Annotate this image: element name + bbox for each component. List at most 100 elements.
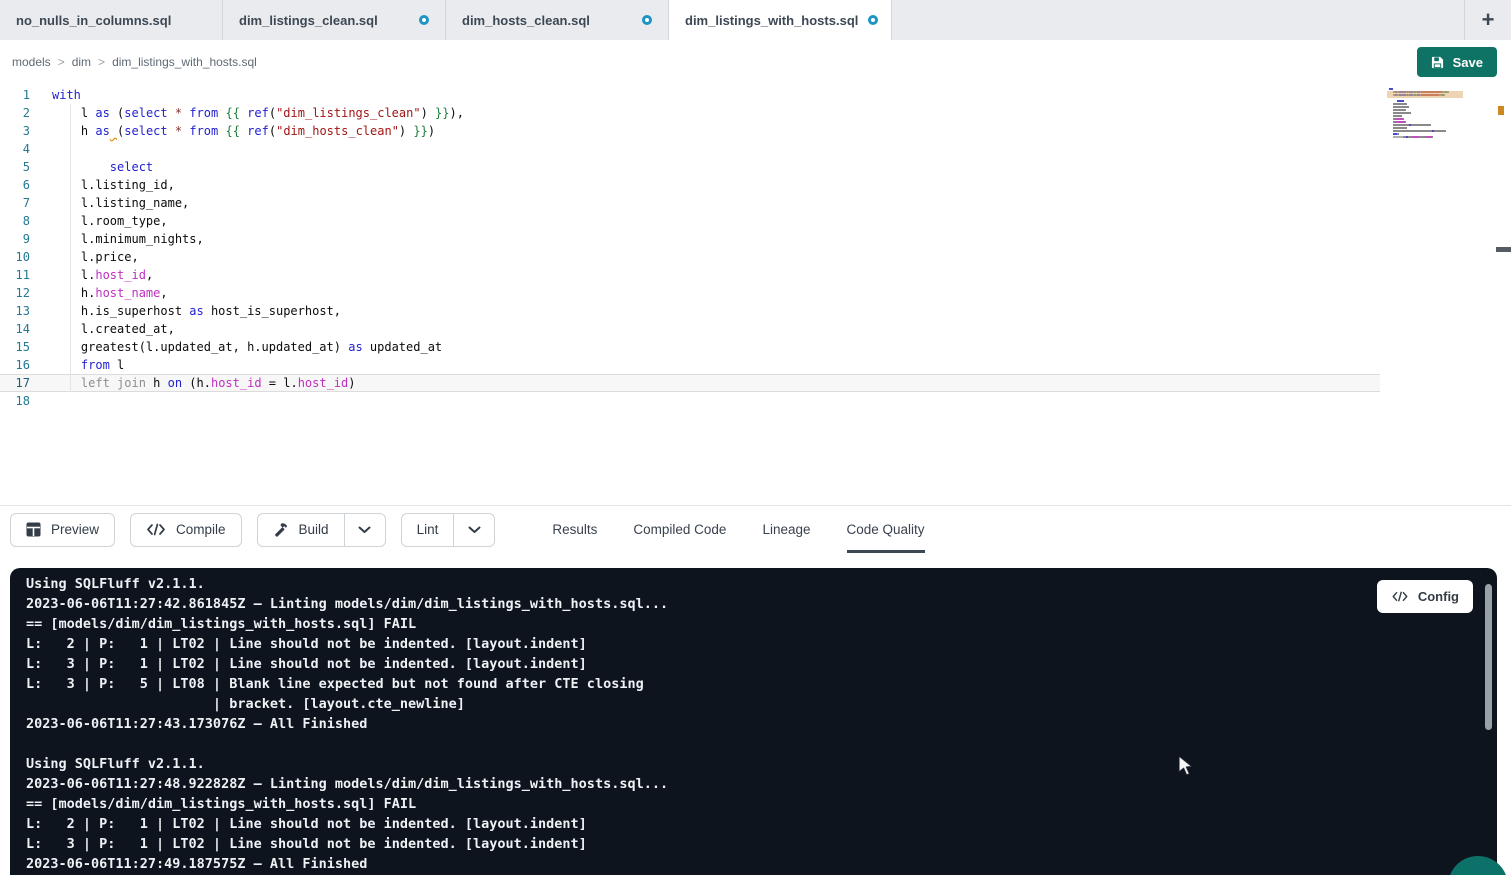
lint-split-button: Lint [401,513,496,547]
breadcrumb-separator: > [98,55,105,69]
file-tab[interactable]: dim_hosts_clean.sql [446,0,669,40]
line-number: 5 [0,158,30,176]
code-line: 11 l.host_id, [0,266,1380,284]
code-icon [1391,591,1409,602]
build-button-label: Build [299,522,329,537]
terminal-output: Using SQLFluff v2.1.1. 2023-06-06T11:27:… [10,568,1497,874]
code-line: 18 [0,392,1380,410]
line-content: greatest(l.updated_at, h.updated_at) as … [52,338,442,356]
ide-window: no_nulls_in_columns.sql dim_listings_clea… [0,0,1511,875]
line-number: 17 [0,374,30,392]
line-number: 8 [0,212,30,230]
lint-dropdown-chevron[interactable] [454,514,494,546]
line-number: 2 [0,104,30,122]
code-line: 13 h.is_superhost as host_is_superhost, [0,302,1380,320]
code-line: 15 greatest(l.updated_at, h.updated_at) … [0,338,1380,356]
file-tab[interactable]: dim_listings_clean.sql [223,0,446,40]
line-number: 12 [0,284,30,302]
file-tab[interactable]: no_nulls_in_columns.sql [0,0,223,40]
panel-tab-lineage[interactable]: Lineage [762,506,810,553]
line-number: 15 [0,338,30,356]
line-content: l.host_id, [52,266,153,284]
overview-ruler-cursor-marker [1496,247,1511,252]
build-dropdown-chevron[interactable] [345,514,385,546]
new-tab-button[interactable]: + [1464,0,1511,40]
build-split-button: Build [257,513,386,547]
line-number: 3 [0,122,30,140]
code-line: 6 l.listing_id, [0,176,1380,194]
line-content: l.price, [52,248,139,266]
line-number: 6 [0,176,30,194]
save-icon [1431,56,1444,69]
breadcrumb-item: dim [72,55,91,69]
hammer-icon [273,522,289,538]
file-tab-label: no_nulls_in_columns.sql [16,13,171,28]
line-content: select [52,158,153,176]
minimap-warning-band [1387,91,1463,98]
line-number: 14 [0,320,30,338]
panel-tab-compiled-code[interactable]: Compiled Code [633,506,726,553]
compile-button[interactable]: Compile [130,513,242,547]
line-number: 10 [0,248,30,266]
chevron-down-icon [468,526,481,534]
code-line: 10 l.price, [0,248,1380,266]
unsaved-changes-dot [642,15,652,25]
line-content: l.listing_name, [52,194,189,212]
line-content: from l [52,356,124,374]
file-tab-label: dim_hosts_clean.sql [462,13,590,28]
lint-button[interactable]: Lint [402,514,455,546]
line-content: left join h on (h.host_id = l.host_id) [52,374,356,392]
line-content: with [52,86,81,104]
code-line: 4 [0,140,1380,158]
minimap[interactable] [1389,87,1461,141]
code-line: 9 l.minimum_nights, [0,230,1380,248]
line-content: h.is_superhost as host_is_superhost, [52,302,341,320]
panel-tab-results[interactable]: Results [552,506,597,553]
line-content: l.minimum_nights, [52,230,204,248]
line-number: 4 [0,140,30,158]
breadcrumb-separator: > [58,55,65,69]
code-line: 14 l.created_at, [0,320,1380,338]
code-icon [146,523,166,536]
file-tabbar: no_nulls_in_columns.sql dim_listings_clea… [0,0,1511,40]
compile-button-label: Compile [176,522,226,537]
line-number: 16 [0,356,30,374]
line-content: l as (select * from {{ ref("dim_listings… [52,104,464,122]
code-line: 17 left join h on (h.host_id = l.host_id… [0,374,1380,392]
code-line: 8 l.room_type, [0,212,1380,230]
panel-tabs: Results Compiled Code Lineage Code Quality [552,506,924,553]
code-line: 12 h.host_name, [0,284,1380,302]
unsaved-changes-dot [419,15,429,25]
panel-body: Using SQLFluff v2.1.1. 2023-06-06T11:27:… [0,553,1511,875]
breadcrumb: models>dim>dim_listings_with_hosts.sql [12,55,257,69]
code-line: 3 h as (select * from {{ ref("dim_hosts_… [0,122,1380,140]
code-line: 1 with [0,86,1380,104]
file-tab[interactable]: dim_listings_with_hosts.sql [669,0,892,40]
line-number: 13 [0,302,30,320]
line-number: 7 [0,194,30,212]
code-lines: 1with2 l as (select * from {{ ref("dim_l… [0,84,1380,410]
file-tabs: no_nulls_in_columns.sql dim_listings_clea… [0,0,892,40]
config-button-label: Config [1418,589,1459,604]
line-number: 1 [0,86,30,104]
overview-ruler-warning-marker [1498,106,1504,115]
line-number: 11 [0,266,30,284]
line-content: h as (select * from {{ ref("dim_hosts_cl… [52,122,435,140]
file-tab-label: dim_listings_with_hosts.sql [685,13,858,28]
file-tab-label: dim_listings_clean.sql [239,13,378,28]
code-line: 2 l as (select * from {{ ref("dim_listin… [0,104,1380,122]
line-number: 18 [0,392,30,410]
save-button-label: Save [1453,55,1483,70]
line-number: 9 [0,230,30,248]
code-line: 16 from l [0,356,1380,374]
panel-tab-code-quality[interactable]: Code Quality [847,506,925,553]
indent-guide [70,104,71,392]
build-button[interactable]: Build [258,514,345,546]
terminal-scrollbar-thumb[interactable] [1485,584,1492,730]
tabbar-spacer [892,0,1464,40]
preview-button[interactable]: Preview [10,513,115,547]
save-button[interactable]: Save [1417,47,1497,77]
terminal: Using SQLFluff v2.1.1. 2023-06-06T11:27:… [10,568,1497,875]
code-editor[interactable]: 1with2 l as (select * from {{ ref("dim_l… [0,84,1511,505]
config-button[interactable]: Config [1377,580,1473,613]
